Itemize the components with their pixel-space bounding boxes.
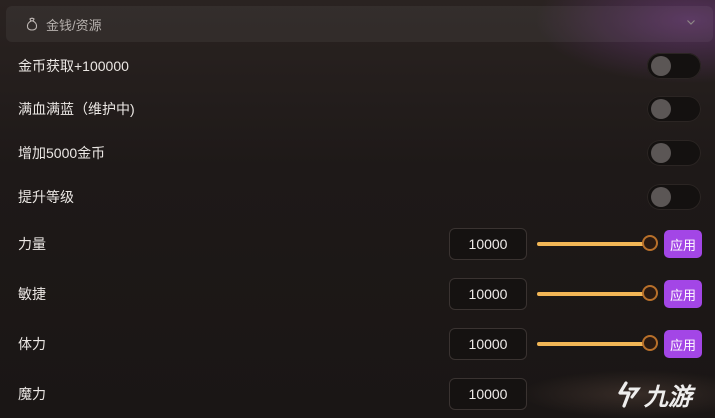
watermark-mark-icon <box>618 380 641 408</box>
watermark-text: 九游 <box>644 384 692 411</box>
attribute-label: 魔力 <box>18 386 46 402</box>
toggle-knob <box>651 99 671 119</box>
apply-button-stamina[interactable]: 应用 <box>664 330 702 358</box>
section-header-money[interactable]: 金钱/资源 <box>6 6 713 42</box>
attribute-row-agility: 敏捷 应用 <box>0 274 715 314</box>
toggle-knob <box>651 56 671 76</box>
toggle-knob <box>651 187 671 207</box>
agility-input[interactable] <box>449 278 527 310</box>
stamina-input[interactable] <box>449 328 527 360</box>
watermark-logo: 九游 <box>616 377 692 412</box>
toggle-label: 提升等级 <box>18 189 74 205</box>
attribute-row-stamina: 体力 应用 <box>0 324 715 364</box>
toggle-row-add-gold: 增加5000金币 <box>0 133 715 173</box>
money-bag-icon <box>25 17 39 31</box>
toggle-row-level-up: 提升等级 <box>0 177 715 217</box>
toggle-switch-level-up[interactable] <box>647 184 701 210</box>
slider-fill <box>537 242 645 246</box>
stamina-slider[interactable] <box>537 336 656 352</box>
strength-input[interactable] <box>449 228 527 260</box>
toggle-switch-add-gold[interactable] <box>647 140 701 166</box>
toggle-knob <box>651 143 671 163</box>
agility-slider[interactable] <box>537 286 656 302</box>
strength-slider[interactable] <box>537 236 656 252</box>
attribute-row-strength: 力量 应用 <box>0 224 715 264</box>
toggle-label: 金币获取+100000 <box>18 58 129 74</box>
slider-thumb[interactable] <box>644 287 656 299</box>
toggle-label: 满血满蓝（维护中) <box>18 101 135 117</box>
slider-fill <box>537 342 645 346</box>
toggle-switch-full-hp-mp[interactable] <box>647 96 701 122</box>
slider-thumb[interactable] <box>644 237 656 249</box>
attribute-label: 力量 <box>18 236 46 252</box>
toggle-row-gold-gain: 金币获取+100000 <box>0 46 715 86</box>
cheat-panel: 金钱/资源 金币获取+100000 满血满蓝（维护中) 增加5000金币 提升等… <box>0 0 715 418</box>
slider-fill <box>537 292 645 296</box>
chevron-down-icon[interactable] <box>686 16 696 30</box>
slider-thumb[interactable] <box>644 337 656 349</box>
apply-button-strength[interactable]: 应用 <box>664 230 702 258</box>
section-title: 金钱/资源 <box>46 17 102 33</box>
attribute-label: 体力 <box>18 336 46 352</box>
toggle-switch-gold-gain[interactable] <box>647 53 701 79</box>
toggle-row-full-hp-mp: 满血满蓝（维护中) <box>0 89 715 129</box>
magic-input[interactable] <box>449 378 527 410</box>
apply-button-agility[interactable]: 应用 <box>664 280 702 308</box>
attribute-label: 敏捷 <box>18 286 46 302</box>
toggle-label: 增加5000金币 <box>18 145 106 161</box>
